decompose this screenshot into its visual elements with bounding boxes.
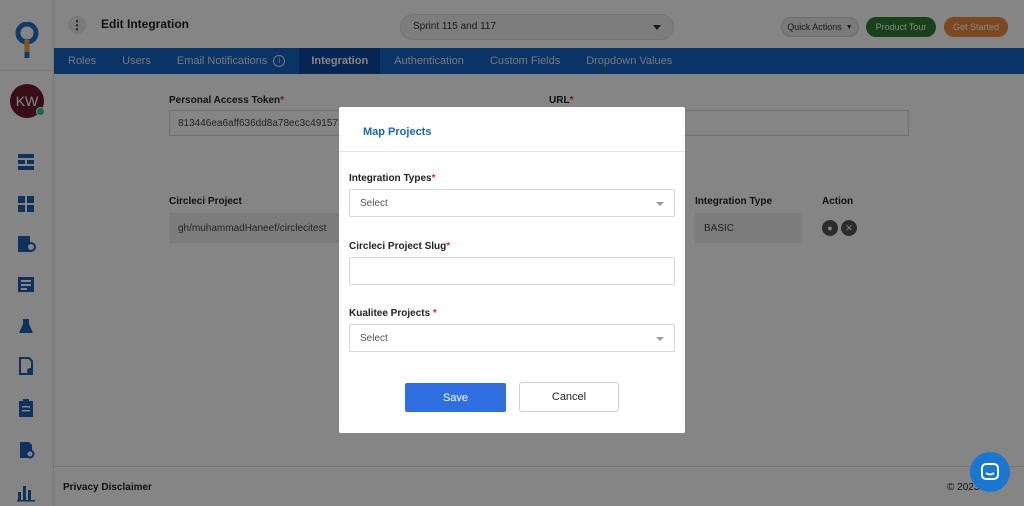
chevron-down-icon xyxy=(656,202,664,206)
integration-types-value: Select xyxy=(360,198,388,209)
integration-types-select[interactable]: Select xyxy=(349,189,675,217)
integration-types-label: Integration Types* xyxy=(349,173,436,184)
modal-title: Map Projects xyxy=(339,107,685,152)
chat-icon xyxy=(981,463,999,480)
project-slug-label: Circleci Project Slug* xyxy=(349,241,451,252)
cancel-button[interactable]: Cancel xyxy=(519,382,619,412)
map-projects-modal: Map Projects Integration Types* Select C… xyxy=(339,107,685,433)
chat-launcher-button[interactable] xyxy=(970,452,1010,492)
kualitee-projects-value: Select xyxy=(360,333,388,344)
project-slug-input[interactable] xyxy=(349,257,675,285)
save-button[interactable]: Save xyxy=(405,383,506,412)
chevron-down-icon xyxy=(656,337,664,341)
kualitee-projects-label: Kualitee Projects * xyxy=(349,308,437,319)
kualitee-projects-select[interactable]: Select xyxy=(349,324,675,352)
